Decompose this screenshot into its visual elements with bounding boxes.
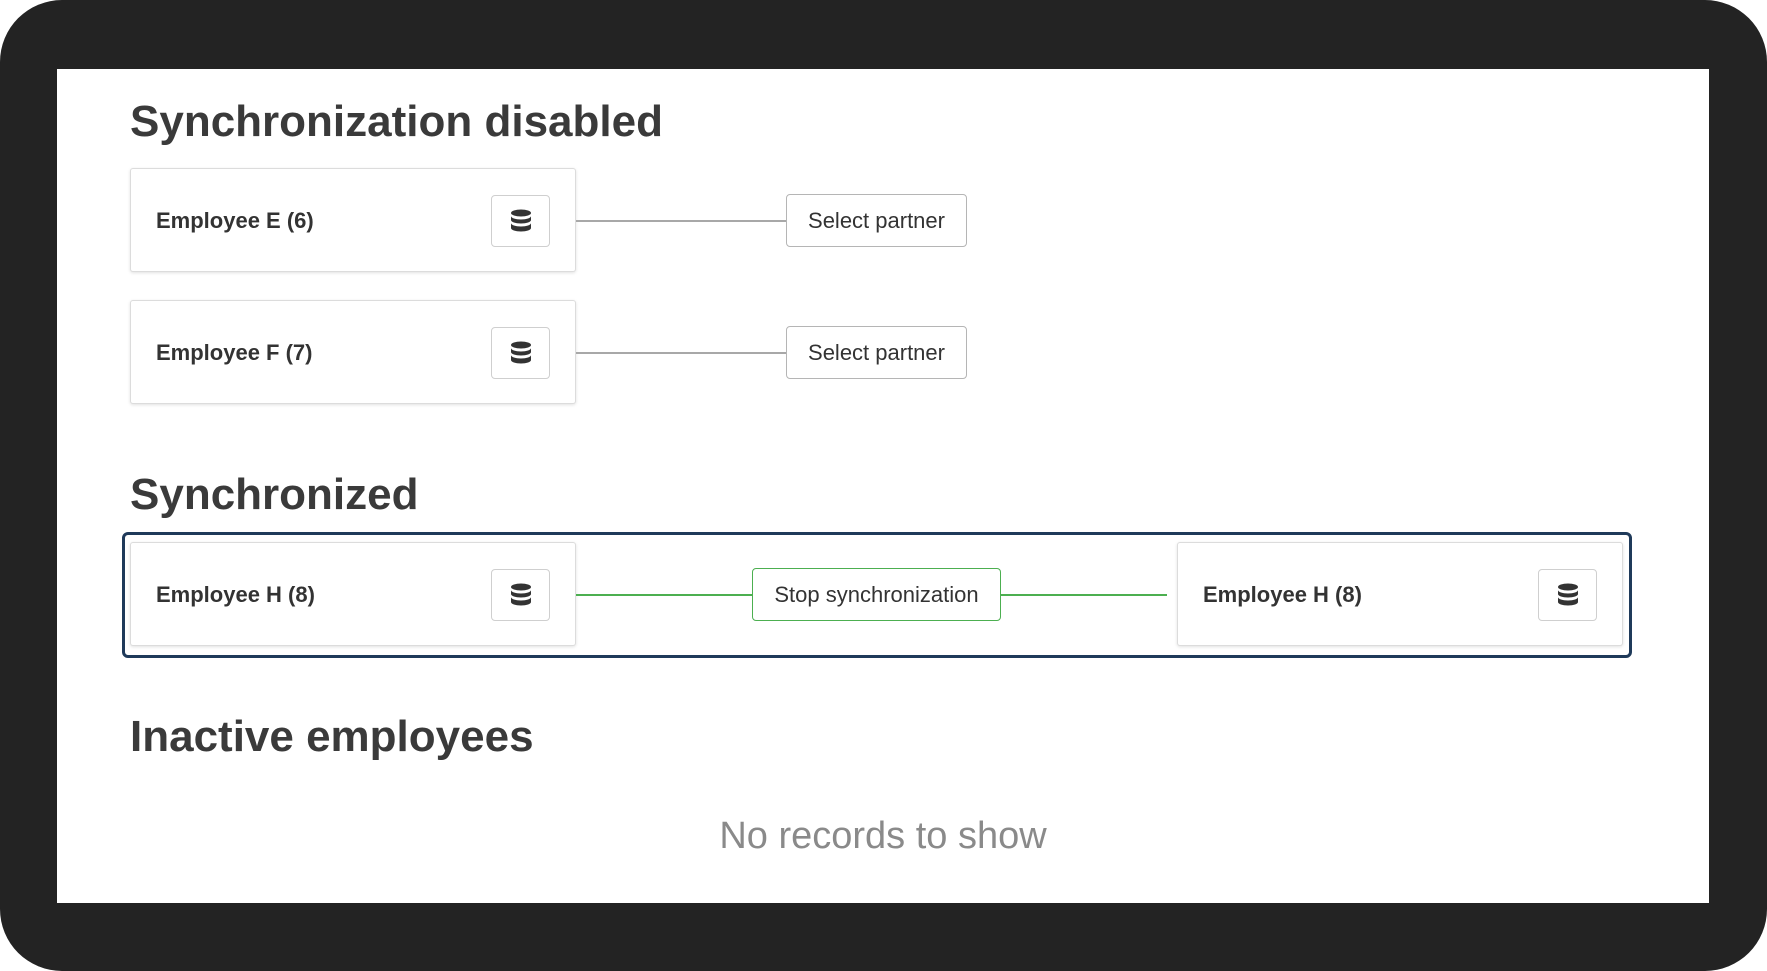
sync-connector-line xyxy=(1001,594,1167,596)
employee-name: Employee H (8) xyxy=(156,582,315,607)
select-partner-button[interactable]: Select partner xyxy=(786,326,967,379)
section-title-sync-disabled: Synchronization disabled xyxy=(130,97,663,146)
employee-card: Employee H (8) xyxy=(130,542,576,646)
database-icon xyxy=(510,583,531,606)
database-icon xyxy=(510,209,531,232)
connector-line xyxy=(576,352,786,354)
database-icon xyxy=(1557,583,1578,606)
employee-card: Employee E (6) xyxy=(130,168,576,272)
database-icon xyxy=(510,341,531,364)
device-frame: Synchronization disabled Employee E (6) … xyxy=(0,0,1767,971)
select-partner-button[interactable]: Select partner xyxy=(786,194,967,247)
app-screen: Synchronization disabled Employee E (6) … xyxy=(57,69,1709,903)
section-title-synchronized: Synchronized xyxy=(130,470,419,519)
sync-connector-line xyxy=(576,594,752,596)
employee-name: Employee E (6) xyxy=(156,208,314,233)
section-title-inactive: Inactive employees xyxy=(130,712,534,761)
partner-employee-name: Employee H (8) xyxy=(1203,582,1362,607)
partner-employee-card: Employee H (8) xyxy=(1177,542,1623,646)
database-button[interactable] xyxy=(491,327,550,379)
database-button[interactable] xyxy=(491,569,550,621)
empty-state-text: No records to show xyxy=(719,815,1047,857)
connector-line xyxy=(576,220,786,222)
employee-name: Employee F (7) xyxy=(156,340,313,365)
employee-card: Employee F (7) xyxy=(130,300,576,404)
database-button[interactable] xyxy=(491,195,550,247)
stop-synchronization-button[interactable]: Stop synchronization xyxy=(752,568,1001,621)
database-button[interactable] xyxy=(1538,569,1597,621)
